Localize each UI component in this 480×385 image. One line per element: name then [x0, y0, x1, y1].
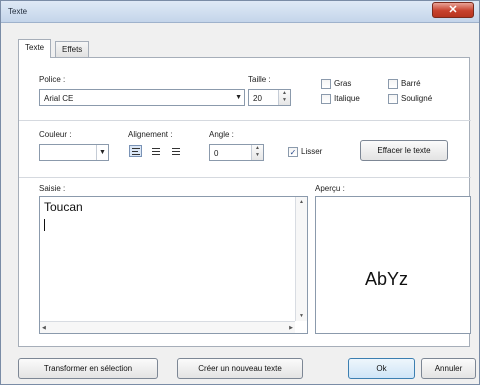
vertical-scrollbar[interactable]: ▲ ▼	[295, 197, 307, 321]
separator	[19, 177, 471, 178]
size-label: Taille :	[248, 75, 271, 84]
create-new-text-button[interactable]: Créer un nouveau texte	[177, 358, 303, 379]
separator	[19, 120, 471, 121]
window-title: Texte	[8, 7, 28, 16]
spin-arrows-icon[interactable]: ▲ ▼	[251, 145, 263, 160]
cancel-button[interactable]: Annuler	[421, 358, 476, 379]
close-button[interactable]: ✕	[432, 2, 474, 18]
size-stepper[interactable]: 20 ▲ ▼	[248, 89, 291, 106]
scroll-left-icon[interactable]: ◀	[42, 325, 46, 331]
title-bar[interactable]: Texte ✕	[1, 1, 479, 23]
tab-effets[interactable]: Effets	[55, 41, 90, 57]
smooth-label: Lisser	[301, 147, 323, 157]
input-label: Saisie :	[39, 184, 66, 193]
chevron-down-icon: ▼	[235, 94, 242, 101]
align-right-button[interactable]	[169, 145, 182, 157]
smooth-checkbox[interactable]: ✓ Lisser	[288, 147, 322, 157]
texte-panel: Police : Arial CE ▼ Taille : 20 ▲ ▼ Gras …	[18, 57, 471, 347]
ok-button[interactable]: Ok	[348, 358, 415, 379]
alignment-label: Alignement :	[128, 130, 173, 139]
tab-effets-label: Effets	[62, 45, 83, 54]
angle-label: Angle :	[209, 130, 234, 139]
bold-checkbox[interactable]: Gras	[321, 79, 351, 89]
underline-label: Souligné	[401, 94, 433, 104]
strike-checkbox[interactable]: Barré	[388, 79, 421, 89]
close-icon: ✕	[448, 4, 458, 16]
preview-area: AbYz	[315, 196, 471, 334]
strike-checkbox-box[interactable]	[388, 79, 398, 89]
align-center-button[interactable]	[149, 145, 162, 157]
clear-text-button[interactable]: Effacer le texte	[360, 140, 448, 161]
text-input-area[interactable]: Toucan ▲ ▼ ◀ ▶	[39, 196, 308, 334]
bold-checkbox-box[interactable]	[321, 79, 331, 89]
angle-stepper[interactable]: 0 ▲ ▼	[209, 144, 264, 161]
scroll-right-icon[interactable]: ▶	[289, 325, 293, 331]
italic-checkbox[interactable]: Italique	[321, 94, 360, 104]
color-label: Couleur :	[39, 130, 72, 139]
preview-sample-text: AbYz	[365, 269, 409, 289]
scroll-up-icon[interactable]: ▲	[299, 199, 304, 205]
tab-texte-label: Texte	[25, 43, 45, 52]
underline-checkbox[interactable]: Souligné	[388, 94, 432, 104]
italic-checkbox-box[interactable]	[321, 94, 331, 104]
font-label: Police :	[39, 75, 66, 84]
angle-value: 0	[214, 149, 219, 158]
check-icon[interactable]: ✓	[288, 147, 298, 157]
horizontal-scrollbar[interactable]: ◀ ▶	[40, 321, 295, 333]
font-select[interactable]: Arial CE ▼	[39, 89, 245, 106]
tab-texte[interactable]: Texte	[18, 39, 52, 58]
text-dialog: Texte ✕ Texte Effets Police : Arial CE ▼…	[0, 0, 480, 385]
bold-label: Gras	[334, 79, 352, 89]
transform-to-selection-button[interactable]: Transformer en sélection	[18, 358, 158, 379]
font-value: Arial CE	[44, 94, 74, 103]
chevron-down-icon: ▼	[96, 145, 108, 160]
underline-checkbox-box[interactable]	[388, 94, 398, 104]
size-value: 20	[253, 94, 262, 103]
scroll-down-icon[interactable]: ▼	[299, 313, 304, 319]
spin-arrows-icon[interactable]: ▲ ▼	[278, 90, 290, 105]
strike-label: Barré	[401, 79, 421, 89]
preview-label: Aperçu :	[315, 184, 345, 193]
input-text: Toucan	[44, 200, 83, 214]
text-caret	[44, 219, 45, 231]
align-left-button[interactable]	[129, 145, 142, 157]
italic-label: Italique	[334, 94, 360, 104]
color-picker[interactable]: ▼	[39, 144, 109, 161]
